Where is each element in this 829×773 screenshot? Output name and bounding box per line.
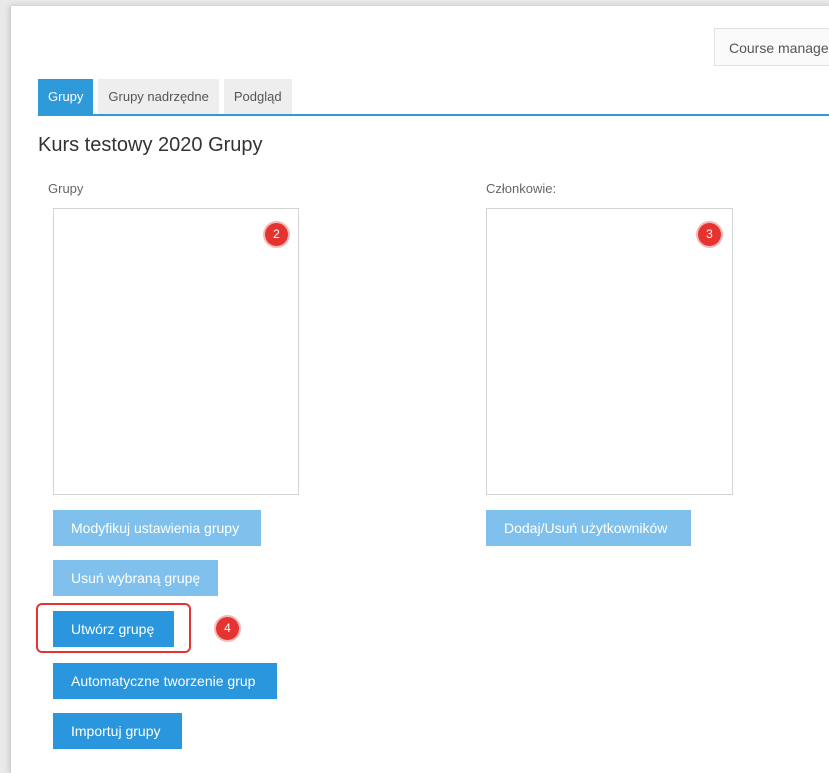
members-label: Członkowie: [486, 181, 557, 196]
add-remove-users-button[interactable]: Dodaj/Usuń użytkowników [486, 510, 691, 546]
tab-underline [38, 114, 829, 116]
members-listbox[interactable] [486, 208, 733, 495]
page-title: Kurs testowy 2020 Grupy [38, 134, 263, 156]
marker-3: 3 [698, 223, 721, 246]
groups-listbox[interactable] [53, 208, 299, 495]
groups-label: Grupy [48, 181, 84, 196]
tab-grupy[interactable]: Grupy [38, 79, 94, 115]
delete-group-button[interactable]: Usuń wybraną grupę [53, 560, 218, 596]
tab-podglad[interactable]: Podgląd [223, 79, 292, 115]
page-frame: Course manage Grupy Grupy nadrzędne Podg… [10, 6, 829, 773]
marker-4: 4 [216, 617, 239, 640]
import-groups-button[interactable]: Importuj grupy [53, 713, 182, 749]
modify-group-button[interactable]: Modyfikuj ustawienia grupy [53, 510, 261, 546]
auto-create-groups-button[interactable]: Automatyczne tworzenie grup [53, 663, 277, 699]
tab-bar: Grupy Grupy nadrzędne Podgląd [38, 79, 292, 115]
marker-2: 2 [265, 223, 288, 246]
create-group-button[interactable]: Utwórz grupę [53, 611, 174, 647]
course-management-button[interactable]: Course manage [714, 28, 829, 66]
tab-grupy-nadrzedne[interactable]: Grupy nadrzędne [98, 79, 219, 115]
